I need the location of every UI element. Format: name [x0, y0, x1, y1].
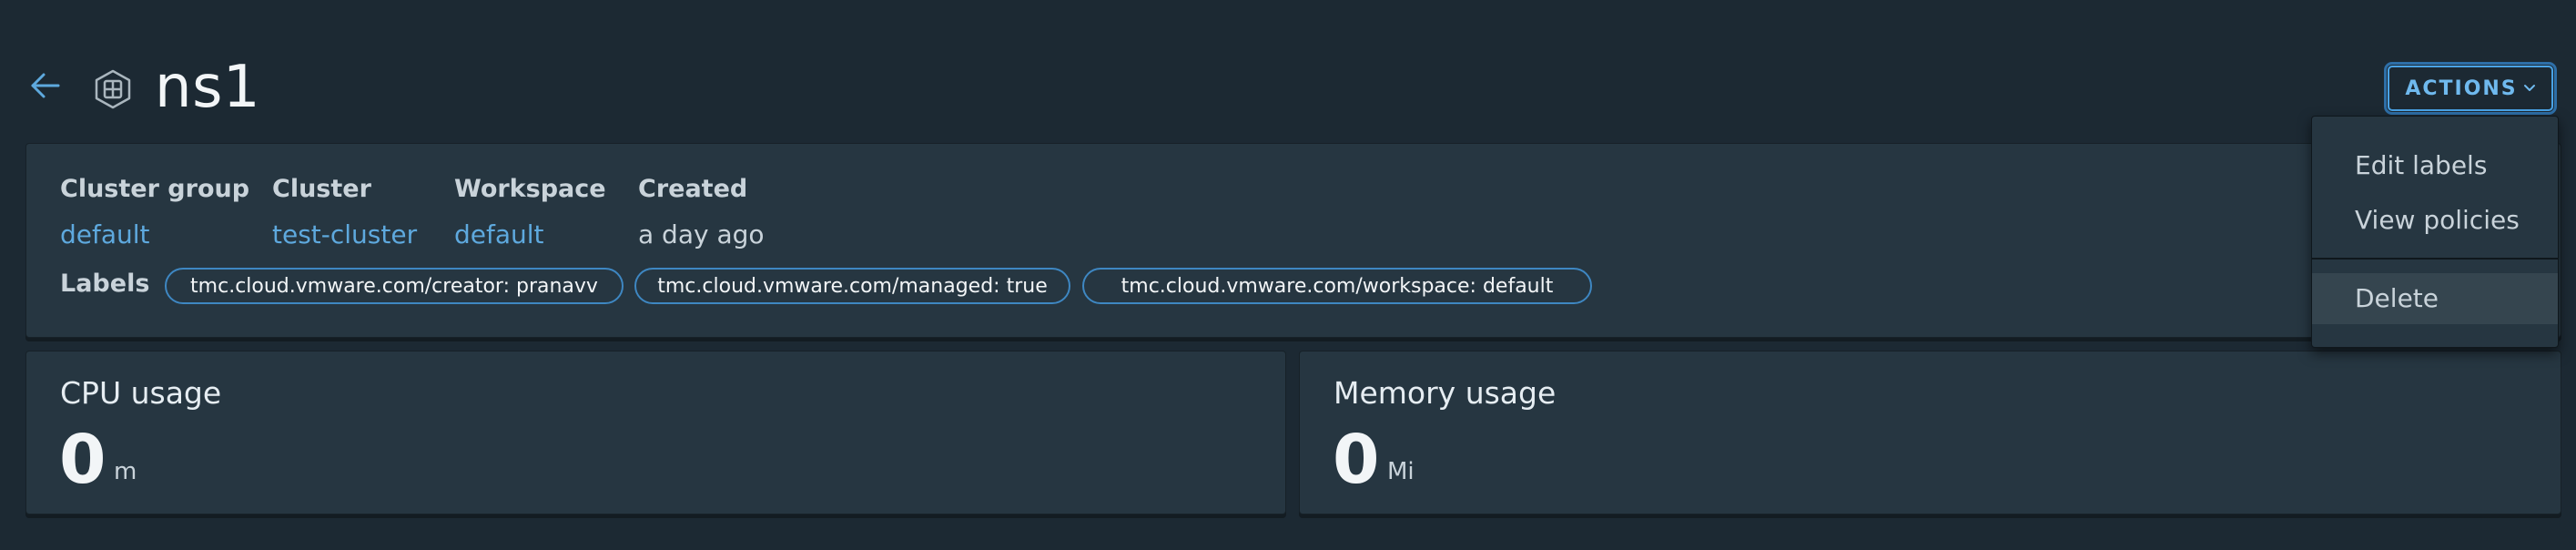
menu-item-edit-labels[interactable]: Edit labels [2312, 140, 2558, 191]
created-field: Created a day ago [638, 171, 765, 253]
cluster-group-field: Cluster group default [60, 171, 249, 253]
actions-label: ACTIONS [2405, 76, 2518, 100]
page-title: ns1 [155, 54, 261, 121]
menu-item-delete[interactable]: Delete [2312, 273, 2558, 324]
workspace-label: Workspace [454, 175, 606, 203]
namespace-icon [95, 69, 131, 109]
cpu-usage-unit: m [114, 458, 137, 485]
actions-button[interactable]: ACTIONS [2384, 62, 2557, 115]
cpu-usage-value: 0 [59, 421, 106, 499]
workspace-link[interactable]: default [454, 217, 606, 253]
memory-usage-title: Memory usage [1334, 375, 1557, 411]
created-value: a day ago [638, 219, 765, 250]
created-label: Created [638, 175, 748, 203]
namespace-info-card: Cluster group default Cluster test-clust… [25, 143, 2561, 338]
label-chip: tmc.cloud.vmware.com/workspace: default [1082, 268, 1592, 304]
menu-divider [2312, 258, 2558, 260]
chevron-down-icon [2523, 85, 2535, 91]
menu-item-view-policies[interactable]: View policies [2312, 195, 2558, 246]
cluster-group-link[interactable]: default [60, 217, 249, 253]
actions-dropdown-menu: Edit labels View policies Delete [2311, 116, 2559, 348]
cpu-usage-title: CPU usage [60, 375, 222, 411]
cluster-label: Cluster [272, 175, 371, 203]
memory-usage-value: 0 [1333, 421, 1380, 499]
cluster-field: Cluster test-cluster [272, 171, 417, 253]
cluster-link[interactable]: test-cluster [272, 217, 417, 253]
memory-usage-card: Memory usage 0 Mi [1299, 351, 2561, 514]
memory-usage-unit: Mi [1387, 458, 1415, 485]
label-chip: tmc.cloud.vmware.com/managed: true [634, 268, 1070, 304]
cluster-group-label: Cluster group [60, 175, 250, 203]
labels-title: Labels [60, 270, 150, 298]
workspace-field: Workspace default [454, 171, 606, 253]
cpu-usage-card: CPU usage 0 m [25, 351, 1286, 514]
arrow-left-icon[interactable] [27, 67, 64, 104]
label-chip: tmc.cloud.vmware.com/creator: pranavv [165, 268, 624, 304]
namespace-detail-page: ns1 ACTIONS Cluster group default Cluste… [0, 0, 2576, 550]
